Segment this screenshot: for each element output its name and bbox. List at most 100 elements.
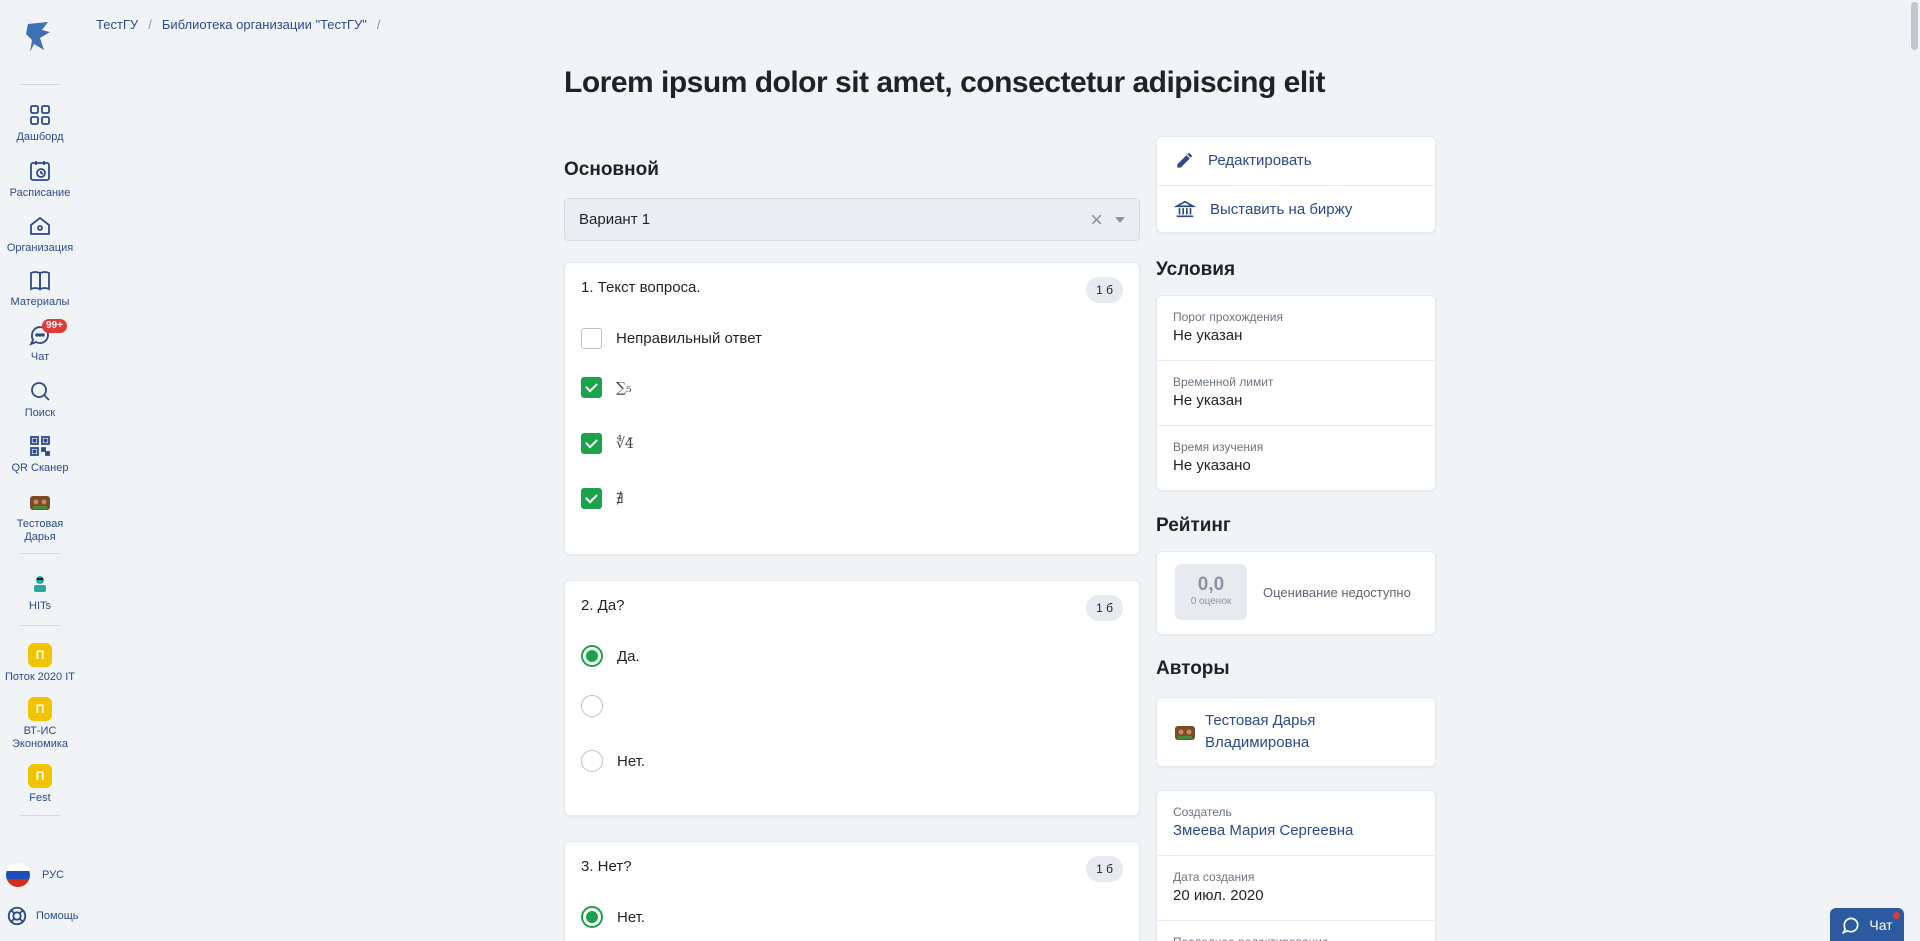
- answer-option[interactable]: [581, 695, 617, 717]
- question-title: 1. Текст вопроса.: [581, 279, 701, 296]
- sidebar-item-profile[interactable]: Тестовая Дарья: [0, 490, 80, 544]
- condition-key: Временной лимит: [1173, 375, 1274, 389]
- sidebar-group-label: Поток 2020 IT: [5, 671, 75, 683]
- search-icon: [31, 382, 50, 401]
- dashboard-icon: [30, 105, 50, 125]
- answer-text: Да.: [617, 647, 640, 665]
- sidebar-group-label: ВТ-ИС Экономика: [11, 725, 69, 750]
- answer-option[interactable]: Нет.: [581, 906, 645, 928]
- scrollbar-thumb[interactable]: [1911, 2, 1918, 50]
- meta-key: Создатель: [1173, 805, 1232, 819]
- section-title-main: Основной: [564, 159, 659, 180]
- language-switcher[interactable]: РУС: [6, 863, 64, 887]
- qr-icon: [30, 436, 50, 456]
- meta-created-date: Дата создания 20 июл. 2020: [1173, 870, 1264, 904]
- hits-icon: [34, 576, 46, 592]
- group-avatar: П: [28, 697, 52, 721]
- condition-value: Не указано: [1173, 457, 1251, 474]
- sidebar-item-label: Тестовая Дарья: [16, 518, 64, 543]
- condition-key: Время изучения: [1173, 440, 1264, 454]
- divider: [1158, 425, 1434, 426]
- chevron-down-icon[interactable]: [1115, 216, 1125, 223]
- sidebar-group-fest[interactable]: П Fest: [0, 764, 80, 805]
- breadcrumb-item-library[interactable]: Библиотека организации "ТестГУ": [162, 17, 367, 32]
- sidebar-divider: [20, 625, 60, 626]
- answer-text: ∄: [616, 490, 624, 507]
- answer-text: Неправильный ответ: [616, 330, 762, 347]
- sidebar-item-materials[interactable]: Материалы: [0, 268, 80, 309]
- sidebar-item-dashboard[interactable]: Дашборд: [0, 103, 80, 144]
- help-lifebuoy-icon: [7, 906, 27, 926]
- sidebar-item-qr-scanner[interactable]: QR Сканер: [0, 434, 80, 475]
- actions-card: Редактировать Выставить на биржу: [1156, 136, 1436, 233]
- chat-bubble-icon: [1842, 917, 1859, 934]
- clear-icon[interactable]: ×: [1090, 208, 1103, 231]
- user-avatar-icon: [30, 496, 50, 510]
- publish-to-exchange-button[interactable]: Выставить на биржу: [1158, 185, 1434, 232]
- breadcrumb-separator: /: [148, 17, 152, 32]
- breadcrumb: ТестГУ / Библиотека организации "ТестГУ"…: [96, 17, 381, 32]
- answer-option[interactable]: ∄: [581, 488, 624, 509]
- page-scrollbar[interactable]: [1909, 0, 1920, 941]
- answer-option[interactable]: ∜4̄: [581, 433, 634, 454]
- help-link[interactable]: Помощь: [6, 905, 79, 927]
- sidebar-item-schedule[interactable]: Расписание: [0, 159, 80, 200]
- sidebar-item-chat[interactable]: 99+ Чат: [0, 319, 80, 364]
- answer-radio[interactable]: [581, 750, 603, 772]
- divider: [1158, 920, 1434, 921]
- sidebar-item-label: Чат: [30, 351, 50, 363]
- variant-select-value: Вариант 1: [579, 211, 651, 228]
- breadcrumb-item-university[interactable]: ТестГУ: [96, 17, 138, 32]
- edit-button[interactable]: Редактировать: [1158, 137, 1434, 184]
- sidebar-group-vt-is[interactable]: П ВТ-ИС Экономика: [0, 697, 80, 751]
- answer-option[interactable]: Нет.: [581, 750, 645, 772]
- sidebar: Дашборд Расписание Организация Материалы…: [0, 0, 80, 941]
- floating-chat-button[interactable]: Чат: [1830, 908, 1904, 941]
- condition-time-limit: Временной лимит Не указан: [1173, 375, 1273, 409]
- answer-checkbox-checked[interactable]: [581, 488, 602, 509]
- section-title-authors: Авторы: [1156, 658, 1230, 679]
- answer-text: Нет.: [617, 908, 646, 926]
- question-title: 2. Да?: [581, 597, 625, 614]
- answer-radio-selected[interactable]: [581, 906, 603, 928]
- sidebar-item-label: Поиск: [24, 407, 56, 419]
- answer-option[interactable]: Неправильный ответ: [581, 328, 762, 349]
- answer-option[interactable]: ∑₅: [581, 377, 632, 398]
- chat-button-label: Чат: [1869, 916, 1893, 933]
- help-label: Помощь: [36, 910, 79, 922]
- author-name-link[interactable]: Тестовая Дарья Владимировна: [1205, 710, 1345, 754]
- author-avatar-icon: [1175, 726, 1195, 740]
- section-title-rating: Рейтинг: [1156, 515, 1231, 536]
- university-logo[interactable]: [22, 20, 56, 54]
- divider: [1158, 855, 1434, 856]
- sidebar-item-hits[interactable]: HITs: [0, 572, 80, 613]
- question-score-badge: 1 б: [1086, 277, 1123, 303]
- answer-checkbox-checked[interactable]: [581, 433, 602, 454]
- sidebar-item-search[interactable]: Поиск: [0, 379, 80, 420]
- meta-key: Последнее редактирование: [1173, 935, 1329, 941]
- sidebar-item-label: Расписание: [9, 187, 71, 199]
- bank-icon: [1174, 200, 1196, 218]
- russian-flag-icon: [6, 863, 30, 887]
- answer-checkbox-checked[interactable]: [581, 377, 602, 398]
- answer-radio-selected[interactable]: [581, 645, 603, 667]
- answer-checkbox[interactable]: [581, 328, 602, 349]
- answer-text: Нет.: [617, 752, 646, 770]
- pencil-icon: [1177, 152, 1193, 168]
- variant-select[interactable]: Вариант 1 ×: [564, 198, 1140, 241]
- question-card: 3. Нет? 1 б Нет.: [564, 841, 1140, 941]
- creator-link[interactable]: Змеева Мария Сергеевна: [1173, 822, 1353, 839]
- sidebar-group-potok[interactable]: П Поток 2020 IT: [0, 643, 80, 684]
- authors-card: Тестовая Дарья Владимировна: [1156, 697, 1436, 767]
- sidebar-item-label: Дашборд: [16, 131, 64, 143]
- sidebar-group-label: Fest: [29, 792, 51, 804]
- answer-option[interactable]: Да.: [581, 645, 640, 667]
- meta-key: Дата создания: [1173, 870, 1255, 884]
- condition-value: Не указан: [1173, 392, 1243, 409]
- notification-dot: [1893, 912, 1900, 919]
- rating-card: 0,0 0 оценок Оценивание недоступно: [1156, 551, 1436, 635]
- condition-pass-threshold: Порог прохождения Не указан: [1173, 310, 1283, 344]
- sidebar-divider: [20, 84, 60, 85]
- answer-radio[interactable]: [581, 695, 603, 717]
- sidebar-item-organization[interactable]: Организация: [0, 214, 80, 255]
